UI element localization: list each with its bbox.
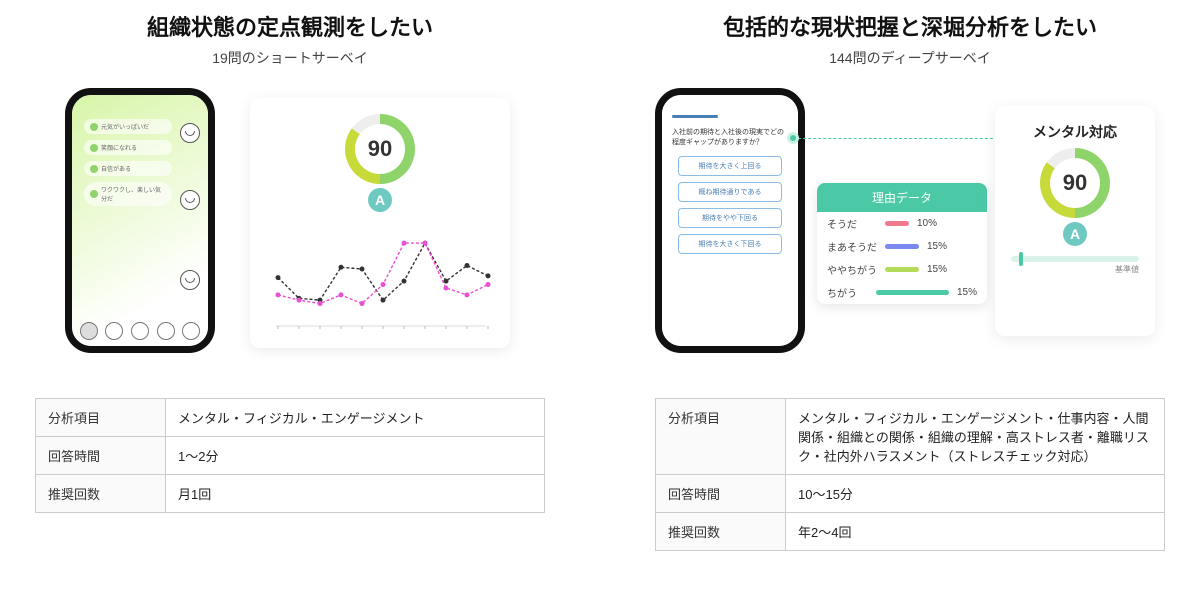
score-value: 90 (355, 124, 405, 174)
trend-line-chart (266, 226, 494, 346)
score-value: 90 (1050, 158, 1100, 208)
survey-bubble: 自信がある (84, 161, 172, 176)
survey-bubble: 元気がいっぱいだ (84, 119, 172, 134)
reason-data-title: 理由データ (817, 183, 987, 212)
reason-row: まあそうだ15% (817, 235, 987, 258)
short-subtitle: 19問のショートサーベイ (35, 48, 545, 68)
baseline-slider (1011, 256, 1139, 262)
survey-bubble: ワクワクし、楽しい気分だ (84, 182, 172, 206)
deep-title: 包括的な現状把握と深堀分析をしたい (655, 10, 1165, 42)
survey-bubble: 笑顔になれる (84, 140, 172, 155)
mental-card: メンタル対応 90 A 基準値 (995, 106, 1155, 336)
table-row: 推奨回数年2〜4回 (656, 513, 1165, 551)
table-row: 回答時間1〜2分 (36, 437, 545, 475)
baseline-label: 基準値 (1011, 264, 1139, 275)
emoji-scale (72, 322, 208, 340)
table-row: 分析項目メンタル・フィジカル・エンゲージメント (36, 399, 545, 437)
deep-illustration: 入社前の期待と入社後の現実でどの程度ギャップがありますか？ 期待を大きく上回る … (655, 88, 1165, 368)
phone-mockup: 元気がいっぱいだ 笑顔になれる 自信がある ワクワクし、楽しい気分だ (65, 88, 215, 353)
short-spec-table: 分析項目メンタル・フィジカル・エンゲージメント 回答時間1〜2分 推奨回数月1回 (35, 398, 545, 513)
question-text: 入社前の期待と入社後の現実でどの程度ギャップがありますか？ (672, 128, 788, 148)
table-row: 分析項目メンタル・フィジカル・エンゲージメント・仕事内容・人間関係・組織との関係… (656, 399, 1165, 475)
phone-mockup: 入社前の期待と入社後の現実でどの程度ギャップがありますか？ 期待を大きく上回る … (655, 88, 805, 353)
short-illustration: 元気がいっぱいだ 笑顔になれる 自信がある ワクワクし、楽しい気分だ 90 (35, 88, 545, 368)
reason-row: ややちがう15% (817, 258, 987, 281)
score-gauge: 90 (1040, 148, 1110, 218)
score-grade: A (1063, 222, 1087, 246)
score-gauge: 90 (345, 114, 415, 184)
reason-row: そうだ10% (817, 212, 987, 235)
deep-spec-table: 分析項目メンタル・フィジカル・エンゲージメント・仕事内容・人間関係・組織との関係… (655, 398, 1165, 551)
table-row: 推奨回数月1回 (36, 475, 545, 513)
short-survey-column: 組織状態の定点観測をしたい 19問のショートサーベイ 元気がいっぱいだ 笑顔にな… (35, 10, 545, 513)
reason-row: ちがう15% (817, 281, 987, 304)
mental-title: メンタル対応 (1011, 122, 1139, 142)
answer-option: 期待を大きく上回る (678, 156, 782, 176)
result-card: 90 A (250, 98, 510, 348)
connector-dot-icon (787, 132, 799, 144)
answer-option: 期待をやや下回る (678, 208, 782, 228)
table-row: 回答時間10〜15分 (656, 475, 1165, 513)
deep-survey-column: 包括的な現状把握と深堀分析をしたい 144問のディープサーベイ 入社前の期待と入… (655, 10, 1165, 551)
score-grade: A (368, 188, 392, 212)
deep-subtitle: 144問のディープサーベイ (655, 48, 1165, 68)
answer-option: 期待を大きく下回る (678, 234, 782, 254)
reason-data-card: 理由データ そうだ10%まあそうだ15%ややちがう15%ちがう15% (817, 183, 987, 304)
answer-option: 概ね期待通りである (678, 182, 782, 202)
short-title: 組織状態の定点観測をしたい (35, 10, 545, 42)
